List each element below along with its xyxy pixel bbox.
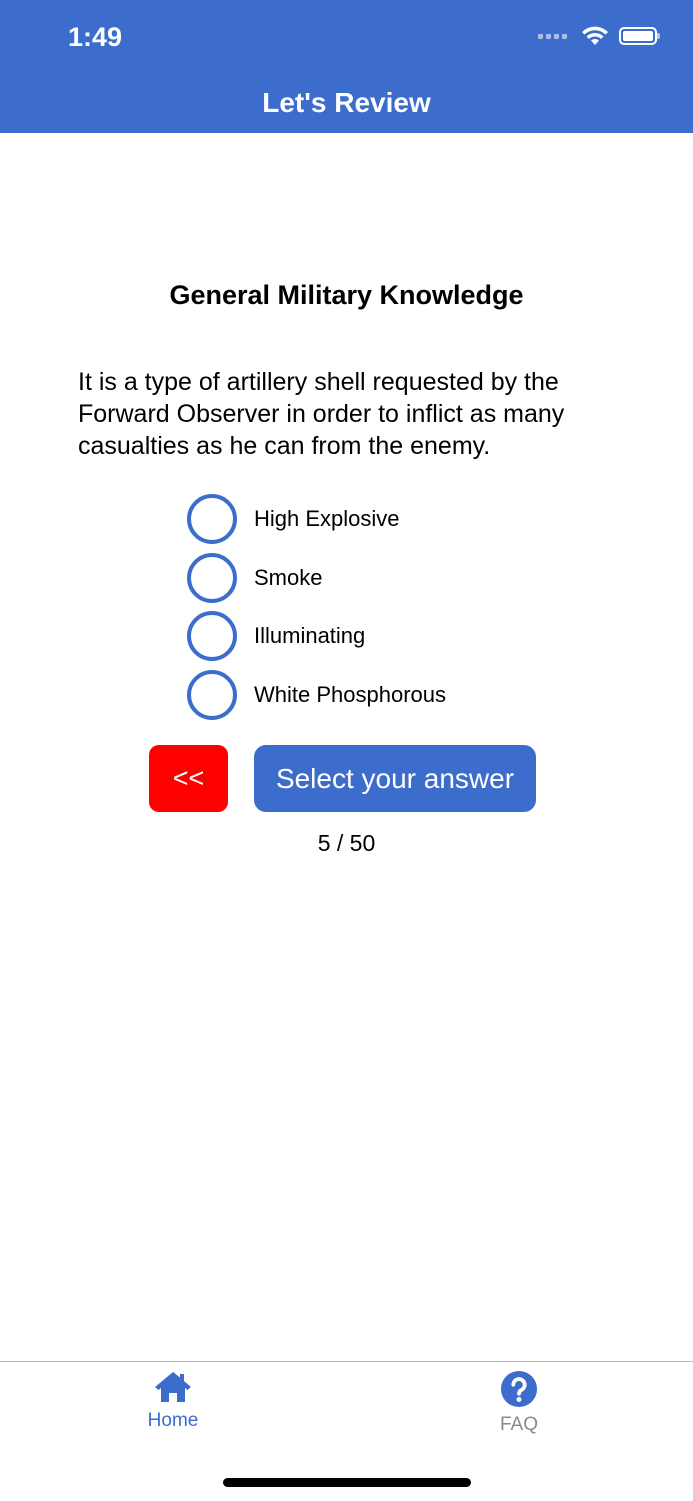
status-icons (538, 26, 660, 46)
wifi-icon (582, 26, 608, 45)
radio-button[interactable] (187, 552, 237, 603)
battery-icon (619, 27, 660, 45)
question-progress: 5 / 50 (317, 830, 376, 856)
question-circle-icon (500, 1370, 538, 1408)
option-label: High Explosive (254, 506, 400, 531)
option-white-phosphorous[interactable]: White Phosphorous (187, 669, 446, 720)
home-indicator (223, 1478, 471, 1487)
tab-label: Home (147, 1410, 199, 1431)
radio-button[interactable] (187, 611, 237, 661)
option-high-explosive[interactable]: High Explosive (187, 494, 446, 544)
answer-options: High Explosive Smoke Illuminating White … (187, 494, 446, 728)
quiz-category: General Military Knowledge (169, 280, 524, 310)
status-time: 1:49 (68, 22, 123, 52)
option-label: Illuminating (254, 623, 366, 648)
option-label: White Phosphorous (254, 681, 446, 707)
radio-button[interactable] (187, 494, 237, 544)
tab-home[interactable]: Home (113, 1370, 233, 1432)
radio-button[interactable] (187, 669, 237, 720)
select-answer-button[interactable]: Select your answer (254, 745, 536, 812)
back-button[interactable]: << (149, 745, 228, 812)
option-smoke[interactable]: Smoke (187, 552, 446, 603)
page-title: Let's Review (262, 87, 431, 118)
option-label: Smoke (254, 564, 323, 590)
option-illuminating[interactable]: Illuminating (187, 611, 446, 661)
home-icon (155, 1372, 191, 1402)
cellular-signal-icon (538, 33, 567, 39)
question-text: It is a type of artillery shell requeste… (78, 368, 565, 460)
tab-label: FAQ (499, 1414, 538, 1435)
app-header: 1:49 Let's Review (0, 0, 693, 133)
tab-faq[interactable]: FAQ (459, 1370, 579, 1436)
